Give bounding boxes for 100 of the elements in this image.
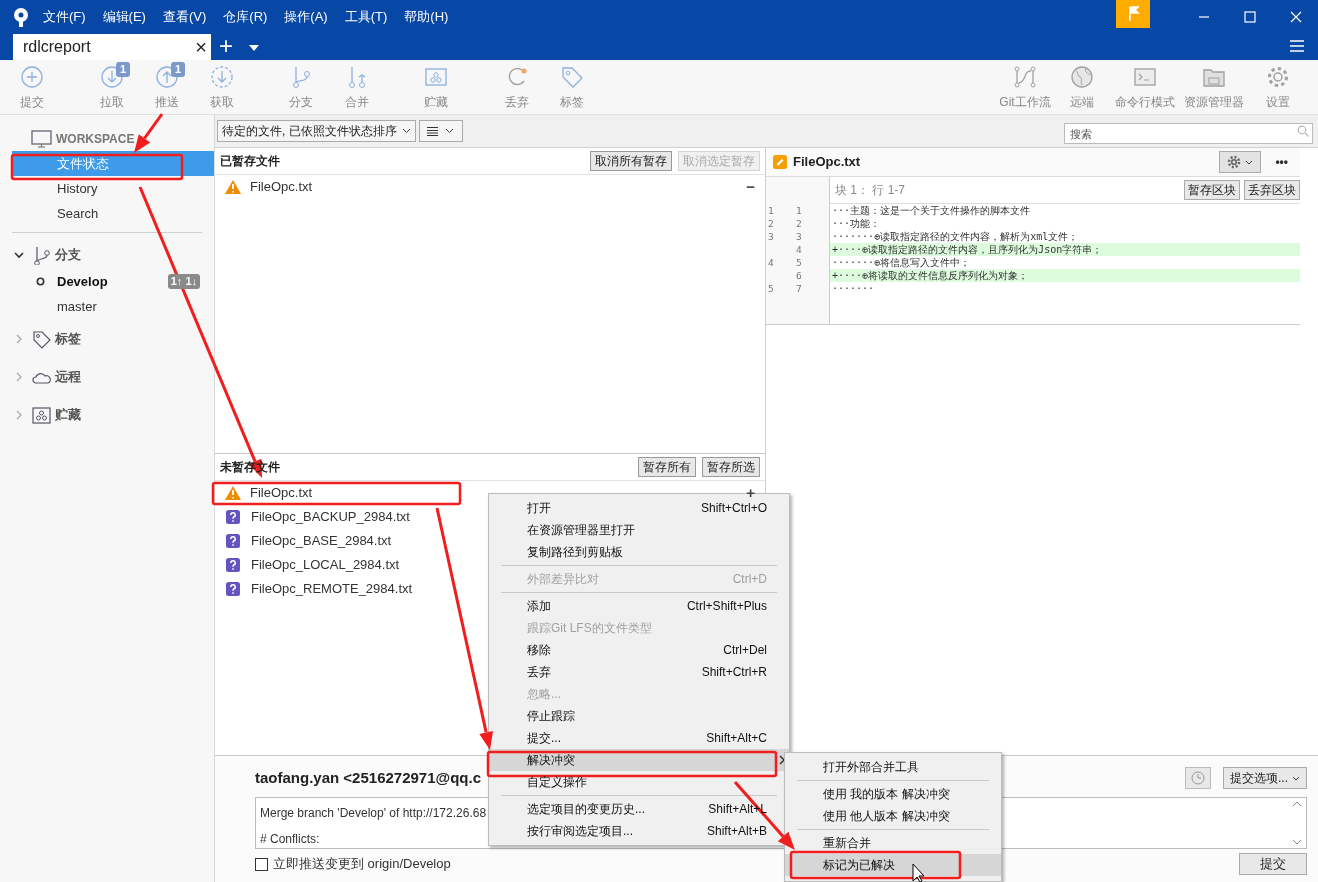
menu-item[interactable]: 丢弃 Shift+Ctrl+R xyxy=(489,661,789,683)
view-mode-dropdown[interactable] xyxy=(418,120,463,142)
close-icon[interactable] xyxy=(1290,11,1302,23)
repo-tab[interactable]: rdlcreport × xyxy=(13,34,211,60)
menu-item[interactable]: 使用 他人版本 解决冲突 xyxy=(785,805,1001,827)
toolbar-button[interactable]: Git工作流 xyxy=(995,65,1055,111)
stash-box-icon xyxy=(32,405,52,425)
close-tab-button[interactable]: × xyxy=(195,37,207,57)
app-logo-icon xyxy=(11,6,31,28)
tree-section[interactable]: 远程 xyxy=(14,363,214,391)
tree-section[interactable]: 分支 xyxy=(14,241,214,269)
tree-section[interactable]: 贮藏 xyxy=(14,401,214,429)
toolbar-button[interactable]: 丢弃 xyxy=(497,65,537,111)
commit-button[interactable]: 提交 xyxy=(1239,853,1307,875)
file-title: FileOpc.txt xyxy=(793,153,862,172)
sidebar-item[interactable]: Search xyxy=(12,201,214,226)
more-button[interactable]: ••• xyxy=(1275,153,1288,171)
menu-item[interactable]: 工具(T) xyxy=(342,7,390,27)
chevron-down-icon xyxy=(1292,775,1300,781)
hunk-button[interactable]: 丢弃区块 xyxy=(1244,180,1300,200)
section-label: 标签 xyxy=(55,330,81,349)
section-label: 贮藏 xyxy=(55,406,81,425)
plus-circle-icon xyxy=(20,65,44,89)
filter-dropdown[interactable]: 待定的文件, 已依照文件状态排序 xyxy=(217,120,416,142)
toolbar-button[interactable]: 取消所有暂存 xyxy=(590,151,672,171)
settings-dropdown[interactable] xyxy=(1219,151,1262,173)
chevron-down-icon xyxy=(1245,159,1254,165)
file-name[interactable]: FileOpc_BACKUP_2984.txt xyxy=(251,507,410,527)
toolbar-label: 远端 xyxy=(1070,94,1094,111)
toolbar-button[interactable]: 1 拉取 xyxy=(92,65,132,111)
menu-item[interactable]: 提交... Shift+Alt+C xyxy=(489,727,789,749)
menu-item[interactable]: 移除 Ctrl+Del xyxy=(489,639,789,661)
toolbar-button[interactable]: 标签 xyxy=(552,65,592,111)
search-field[interactable]: 搜索 xyxy=(1064,123,1313,144)
menu-icon[interactable] xyxy=(1290,40,1304,52)
tree-section[interactable]: 标签 xyxy=(14,325,214,353)
menu-item[interactable]: 标记为已解决 xyxy=(785,854,1001,876)
menu-item: 外部差异比对 Ctrl+D xyxy=(526,571,768,588)
file-name[interactable]: FileOpc.txt xyxy=(250,177,313,197)
code-line: ·······⊕读取指定路径的文件内容，解析为xml文件； xyxy=(831,230,1080,243)
pencil-icon xyxy=(773,155,787,169)
toolbar-button[interactable]: 提交 xyxy=(12,65,52,111)
menu-item[interactable]: 编辑(E) xyxy=(100,7,148,27)
up-arrow-circle-icon xyxy=(155,65,179,89)
menu-item[interactable]: 解决冲突 xyxy=(489,749,789,771)
toolbar-button[interactable]: 暂存所有 xyxy=(638,457,696,477)
section-title: WORKSPACE xyxy=(56,131,135,148)
menu-item[interactable]: 在资源管理器里打开 xyxy=(489,519,789,541)
dropdown-icon[interactable] xyxy=(249,45,259,51)
commit-options-dropdown[interactable]: 提交选项... xyxy=(1223,767,1307,789)
menu-item[interactable]: 操作(A) xyxy=(282,7,330,27)
branch-icon xyxy=(32,245,52,265)
hunk-button[interactable]: 暂存区块 xyxy=(1184,180,1240,200)
row-action-button[interactable]: − xyxy=(746,175,755,199)
checkbox-label: 立即推送变更到 origin/Develop xyxy=(273,855,451,874)
maximize-icon[interactable] xyxy=(1244,11,1256,23)
tag-icon xyxy=(32,329,52,349)
count-badge: 1 xyxy=(116,62,131,77)
toolbar-button[interactable]: 合并 xyxy=(337,65,377,111)
scrollbar-icon xyxy=(1292,800,1302,846)
toolbar-button[interactable]: 命令行模式 xyxy=(1113,65,1177,111)
menu-item[interactable]: 文件(F) xyxy=(41,7,88,27)
menu-item[interactable]: 使用 我的版本 解决冲突 xyxy=(785,783,1001,805)
branch-item[interactable]: Develop xyxy=(57,271,168,292)
menu-item[interactable]: 停止跟踪 xyxy=(489,705,789,727)
branch-item[interactable]: master xyxy=(57,296,200,317)
toolbar-button[interactable]: 设置 xyxy=(1256,65,1300,111)
toolbar-button[interactable]: 贮藏 xyxy=(416,65,456,111)
toolbar-button[interactable]: 获取 xyxy=(202,65,242,111)
toolbar-button[interactable]: 资源管理器 xyxy=(1182,65,1246,111)
ahead-behind-badge: 1↑ 1↓ xyxy=(167,274,200,289)
settings-icon xyxy=(1266,65,1290,89)
menu-item[interactable]: 帮助(H) xyxy=(402,7,451,27)
toolbar-button[interactable]: 暂存所选 xyxy=(702,457,760,477)
toolbar-label: 命令行模式 xyxy=(1115,94,1175,111)
code-line: ·······⊕将信息写入文件中； xyxy=(831,256,972,269)
line-number: 4 xyxy=(796,243,803,256)
toolbar-button[interactable]: 分支 xyxy=(281,65,321,111)
toolbar-button: 取消选定暂存 xyxy=(678,151,760,171)
sidebar-item[interactable]: History xyxy=(12,176,214,201)
menu-item[interactable]: 添加 Ctrl+Shift+Plus xyxy=(489,595,789,617)
tag-icon xyxy=(560,65,584,89)
file-name[interactable]: FileOpc_LOCAL_2984.txt xyxy=(251,555,400,575)
git-flow-icon xyxy=(1013,65,1037,89)
new-tab-button[interactable]: + xyxy=(219,34,233,58)
chevron-down-icon xyxy=(445,128,455,134)
menu-item[interactable]: 查看(V) xyxy=(160,7,209,27)
section-title: 已暂存文件 xyxy=(220,153,281,170)
file-name[interactable]: FileOpc_REMOTE_2984.txt xyxy=(251,579,413,599)
file-name[interactable]: FileOpc_BASE_2984.txt xyxy=(251,531,392,551)
globe-icon xyxy=(1070,65,1094,89)
chevron-right-icon xyxy=(14,410,24,420)
checkbox[interactable] xyxy=(255,857,268,871)
menu-item[interactable]: 复制路径到剪贴板 xyxy=(489,541,789,563)
message-line: # Conflicts: xyxy=(260,832,320,846)
toolbar-button[interactable]: 1 推送 xyxy=(147,65,187,111)
file-name[interactable]: FileOpc.txt xyxy=(250,483,313,503)
menu-item[interactable]: 仓库(R) xyxy=(221,7,270,27)
hunk-header: 块 1： 行 1-7 xyxy=(835,182,907,199)
toolbar-button[interactable]: 远端 xyxy=(1062,65,1102,111)
